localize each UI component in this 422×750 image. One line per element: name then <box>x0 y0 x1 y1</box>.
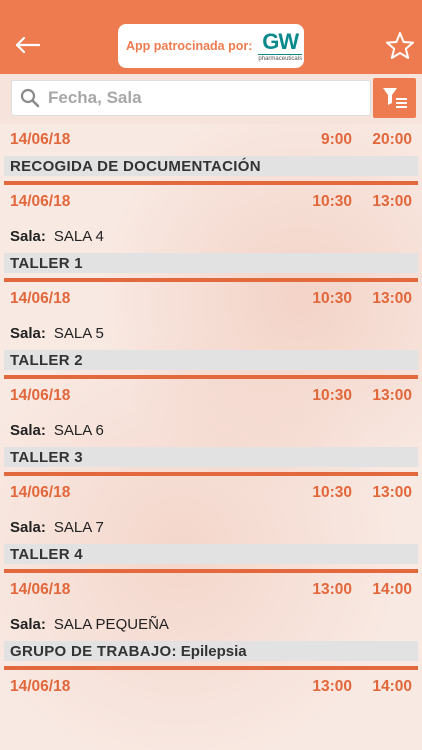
start-time: 10:30 <box>312 387 352 404</box>
list-item[interactable]: 14/06/18 9:00 20:00 RECOGIDA DE DOCUMENTA… <box>0 124 422 185</box>
event-title: RECOGIDA DE DOCUMENTACIÓN <box>4 156 418 176</box>
search-icon <box>20 88 40 108</box>
arrow-left-icon <box>15 36 40 54</box>
room-label: Sala: <box>10 324 46 342</box>
date-row: 14/06/18 10:30 13:00 <box>0 185 422 219</box>
filter-button[interactable] <box>373 78 416 118</box>
end-time: 13:00 <box>372 387 412 404</box>
event-subtitle: Epilepsia <box>180 642 247 660</box>
event-date: 14/06/18 <box>10 387 71 404</box>
start-time: 10:30 <box>312 290 352 307</box>
event-title: GRUPO DE TRABAJO: Epilepsia <box>4 641 418 661</box>
end-time: 13:00 <box>372 290 412 307</box>
logo-mark: GW <box>262 28 299 54</box>
list-item[interactable]: 14/06/18 13:00 14:00 <box>0 670 422 704</box>
logo-subtitle: pharmaceuticals <box>258 53 303 62</box>
room-value: SALA 7 <box>53 518 104 536</box>
event-date: 14/06/18 <box>10 678 71 695</box>
star-icon <box>386 32 414 59</box>
date-row: 14/06/18 13:00 14:00 <box>0 670 422 704</box>
filter-icon <box>382 88 407 108</box>
start-time: 9:00 <box>320 131 352 148</box>
start-time: 10:30 <box>312 193 352 210</box>
end-time: 13:00 <box>372 484 412 501</box>
gw-logo: GW pharmaceuticals <box>258 28 303 62</box>
end-time: 14:00 <box>372 581 412 598</box>
date-row: 14/06/18 10:30 13:00 <box>0 476 422 510</box>
end-time: 20:00 <box>372 131 412 148</box>
favorite-button[interactable] <box>384 30 416 62</box>
room-value: SALA 4 <box>53 227 104 245</box>
sponsor-banner[interactable]: App patrocinada por: GW pharmaceuticals <box>118 24 304 68</box>
top-bar: App patrocinada por: GW pharmaceuticals <box>0 0 422 74</box>
date-row: 14/06/18 10:30 13:00 <box>0 379 422 413</box>
room-label: Sala: <box>10 615 46 633</box>
event-title: TALLER 4 <box>4 544 418 564</box>
room-label: Sala: <box>10 421 46 439</box>
event-date: 14/06/18 <box>10 193 71 210</box>
search-bar <box>0 74 422 124</box>
event-date: 14/06/18 <box>10 131 71 148</box>
event-date: 14/06/18 <box>10 290 71 307</box>
room-row: Sala: SALA 5 <box>0 316 422 350</box>
room-value: SALA 6 <box>53 421 104 439</box>
end-time: 13:00 <box>372 193 412 210</box>
schedule-list: 14/06/18 9:00 20:00 RECOGIDA DE DOCUMENTA… <box>0 124 422 704</box>
date-row: 14/06/18 13:00 14:00 <box>0 573 422 607</box>
search-box[interactable] <box>11 80 371 116</box>
room-value: SALA 5 <box>53 324 104 342</box>
event-date: 14/06/18 <box>10 484 71 501</box>
room-row: Sala: SALA PEQUEÑA <box>0 607 422 641</box>
room-row: Sala: SALA 4 <box>0 219 422 253</box>
room-label: Sala: <box>10 227 46 245</box>
start-time: 10:30 <box>312 484 352 501</box>
event-title: TALLER 1 <box>4 253 418 273</box>
room-row: Sala: SALA 7 <box>0 510 422 544</box>
sponsor-label: App patrocinada por: <box>126 39 253 53</box>
date-row: 14/06/18 10:30 13:00 <box>0 282 422 316</box>
room-label: Sala: <box>10 518 46 536</box>
back-button[interactable] <box>12 30 42 60</box>
start-time: 13:00 <box>312 581 352 598</box>
event-date: 14/06/18 <box>10 581 71 598</box>
event-title: TALLER 3 <box>4 447 418 467</box>
room-row: Sala: SALA 6 <box>0 413 422 447</box>
end-time: 14:00 <box>372 678 412 695</box>
list-item[interactable]: 14/06/18 10:30 13:00 Sala: SALA 4 TALLER … <box>0 185 422 282</box>
date-row: 14/06/18 9:00 20:00 <box>0 124 422 156</box>
list-item[interactable]: 14/06/18 10:30 13:00 Sala: SALA 6 TALLER … <box>0 379 422 476</box>
event-title: TALLER 2 <box>4 350 418 370</box>
start-time: 13:00 <box>312 678 352 695</box>
list-item[interactable]: 14/06/18 10:30 13:00 Sala: SALA 7 TALLER … <box>0 476 422 573</box>
list-item[interactable]: 14/06/18 10:30 13:00 Sala: SALA 5 TALLER … <box>0 282 422 379</box>
search-input[interactable] <box>48 88 348 108</box>
room-value: SALA PEQUEÑA <box>53 615 169 633</box>
list-item[interactable]: 14/06/18 13:00 14:00 Sala: SALA PEQUEÑA G… <box>0 573 422 670</box>
